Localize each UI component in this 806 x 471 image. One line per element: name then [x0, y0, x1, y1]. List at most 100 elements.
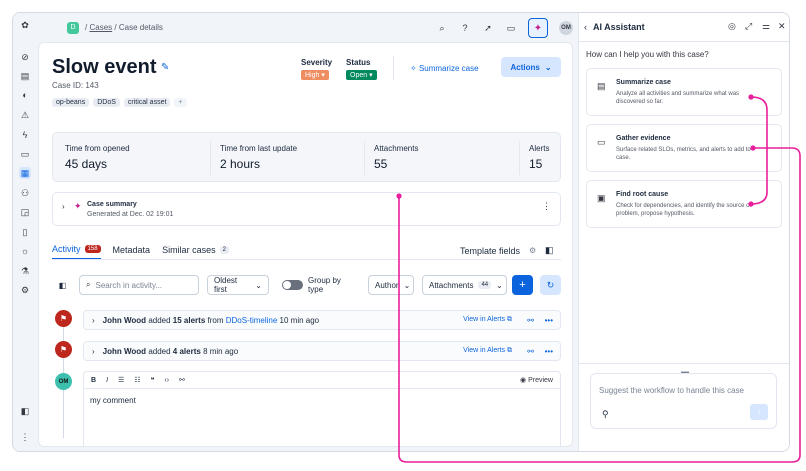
case-summary-generated: Generated at Dec. 02 19:01	[87, 211, 174, 218]
app-frame: ✿ ⊘ ▤ ◐ ⚠ ϟ ▭ ▦ ⚇ ◲ ▯ ☼ ⚗ ⚙ ◧ ⋮ D / Case…	[12, 12, 790, 452]
settings-icon[interactable]: ⚙	[19, 284, 31, 296]
apm-icon[interactable]: ⚇	[19, 187, 31, 199]
link-icon[interactable]: ⚯	[179, 376, 185, 384]
discover-icon[interactable]: ⊘	[19, 51, 31, 63]
tab-similar-cases[interactable]: Similar cases 2	[162, 245, 229, 259]
comment-textarea[interactable]: my comment	[84, 389, 560, 412]
bug-icon[interactable]: ☼	[19, 245, 31, 257]
count-badge: 158	[84, 245, 101, 253]
ai-panel-title: AI Assistant	[593, 22, 645, 32]
status-label: Status	[346, 58, 371, 67]
group-by-type-toggle[interactable]: Group by type	[276, 275, 362, 295]
search-input[interactable]: ⌕ Search in activity...	[79, 275, 199, 295]
user-avatar[interactable]: OM	[559, 21, 573, 35]
metrics-icon[interactable]: ◲	[19, 206, 31, 218]
divider	[210, 141, 211, 175]
chevron-down-icon: ⌄	[496, 280, 503, 290]
tag-list: op-beans DDoS critical asset +	[52, 98, 187, 107]
case-id: Case ID: 143	[52, 81, 99, 90]
more-icon[interactable]: ⋮	[19, 431, 31, 443]
author-filter[interactable]: Author ⌄	[368, 275, 414, 295]
comment-editor[interactable]: B I ☰ ☷ ❝ ‹› ⚯ ◉ Preview my comment	[83, 371, 561, 446]
bullet-list-icon[interactable]: ☰	[118, 376, 124, 384]
quote-icon[interactable]: ❝	[151, 376, 155, 384]
status-dropdown[interactable]: Open ▾	[346, 70, 377, 80]
help-icon[interactable]: ?	[459, 22, 471, 34]
severity-dropdown[interactable]: High ▾	[301, 70, 329, 80]
search-icon: ⌕	[86, 280, 91, 289]
sort-select[interactable]: Oldest first ⌄	[207, 275, 269, 295]
italic-icon[interactable]: I	[106, 377, 108, 384]
source-link[interactable]: DDoS-timeline	[226, 316, 278, 325]
tag[interactable]: critical asset	[123, 98, 171, 107]
link-icon[interactable]: ⚯	[527, 316, 534, 325]
tag[interactable]: op-beans	[52, 98, 90, 107]
add-tag-button[interactable]: +	[174, 98, 187, 107]
globe-icon[interactable]: ◐	[19, 89, 31, 101]
sidebar-toggle-icon[interactable]: ◧	[52, 275, 73, 295]
add-button[interactable]: +	[512, 275, 533, 295]
collapse-nav-icon[interactable]: ◧	[19, 405, 31, 417]
actions-button[interactable]: Actions ⌄	[501, 57, 561, 77]
more-options-icon[interactable]: ⋮	[542, 201, 551, 212]
pencil-icon[interactable]: ✎	[161, 62, 169, 73]
switch[interactable]	[282, 280, 304, 290]
alert-icon[interactable]: ⚠	[19, 109, 31, 121]
code-icon[interactable]: ‹›	[164, 377, 169, 384]
paperclip-icon[interactable]: ⚲	[602, 409, 609, 420]
numbered-list-icon[interactable]: ☷	[134, 376, 140, 384]
template-fields-button[interactable]: Template fields	[460, 246, 520, 256]
chevron-down-icon: ⌄	[403, 280, 411, 290]
ai-card-gather-evidence[interactable]: ▭ Gather evidence Surface related SLOs, …	[586, 124, 782, 172]
panel-toggle-icon[interactable]: ◧	[545, 245, 554, 256]
tag[interactable]: DDoS	[93, 98, 120, 107]
expand-icon[interactable]: ⤢	[745, 21, 752, 32]
prompt-placeholder[interactable]: Suggest the workflow to handle this case	[599, 386, 744, 395]
gear-icon[interactable]: ⚙	[529, 246, 536, 255]
chevron-right-icon[interactable]: ›	[92, 347, 95, 356]
flask-icon[interactable]: ⚗	[19, 265, 31, 277]
case-summary-accordion[interactable]: › ✦ Case summary Generated at Dec. 02 19…	[52, 192, 561, 226]
bolt-icon[interactable]: ϟ	[19, 129, 31, 141]
more-options-icon[interactable]: •••	[545, 316, 553, 325]
tab-metadata[interactable]: Metadata	[113, 245, 151, 259]
attachments-filter[interactable]: Attachments 44 ⌄	[422, 275, 507, 295]
logs-icon[interactable]: ▯	[19, 226, 31, 238]
ai-card-root-cause[interactable]: ▣ Find root cause Check for dependencies…	[586, 180, 782, 228]
space-badge[interactable]: D	[67, 21, 79, 34]
stat-alerts: Alerts 15	[529, 144, 550, 171]
bold-icon[interactable]: B	[91, 377, 96, 384]
breadcrumb-cases-link[interactable]: Cases	[89, 23, 112, 32]
chat-icon[interactable]: ▭	[505, 22, 517, 34]
search-icon[interactable]: ⌕	[436, 22, 448, 34]
close-icon[interactable]: ✕	[778, 21, 786, 32]
view-in-alerts-link[interactable]: View in Alerts ⧉	[463, 347, 512, 355]
send-button[interactable]: ↑	[750, 404, 768, 420]
rocket-icon[interactable]: ➚	[482, 22, 494, 34]
ai-prompt-input[interactable]: Suggest the workflow to handle this case…	[590, 373, 777, 429]
elastic-logo-icon[interactable]: ✿	[19, 19, 31, 31]
ai-card-summarize[interactable]: ▤ Summarize case Analyze all activities …	[586, 68, 782, 116]
cases-icon[interactable]: ▦	[19, 167, 31, 179]
chevron-left-icon[interactable]: ‹	[584, 22, 587, 32]
more-options-icon[interactable]: •••	[545, 347, 553, 356]
diagram-icon: ▣	[597, 193, 606, 203]
settings-icon[interactable]: ⚌	[762, 21, 770, 32]
breadcrumb-separator: /	[85, 23, 88, 32]
ai-assistant-button[interactable]: ✦	[528, 18, 548, 38]
dashboard-icon[interactable]: ▤	[19, 70, 31, 82]
activity-item: › John Wood added 15 alerts from DDoS-ti…	[83, 310, 561, 330]
left-nav-rail: ✿ ⊘ ▤ ◐ ⚠ ϟ ▭ ▦ ⚇ ◲ ▯ ☼ ⚗ ⚙ ◧ ⋮	[13, 13, 38, 451]
activity-item: › John Wood added 4 alerts 8 min ago Vie…	[83, 341, 561, 361]
chevron-right-icon[interactable]: ›	[62, 202, 65, 211]
preview-button[interactable]: ◉ Preview	[520, 376, 553, 384]
view-in-alerts-link[interactable]: View in Alerts ⧉	[463, 316, 512, 324]
chevron-right-icon[interactable]: ›	[92, 316, 95, 325]
link-icon[interactable]: ⚯	[527, 347, 534, 356]
folder-icon[interactable]: ▭	[19, 148, 31, 160]
refresh-button[interactable]: ↻	[540, 275, 561, 295]
summarize-case-button[interactable]: ✧ Summarize case	[410, 64, 479, 73]
ai-panel-header: ‹ AI Assistant ◎ ⤢ ⚌ ✕	[579, 13, 789, 42]
target-icon[interactable]: ◎	[728, 21, 736, 32]
tab-activity[interactable]: Activity 158	[52, 244, 101, 260]
